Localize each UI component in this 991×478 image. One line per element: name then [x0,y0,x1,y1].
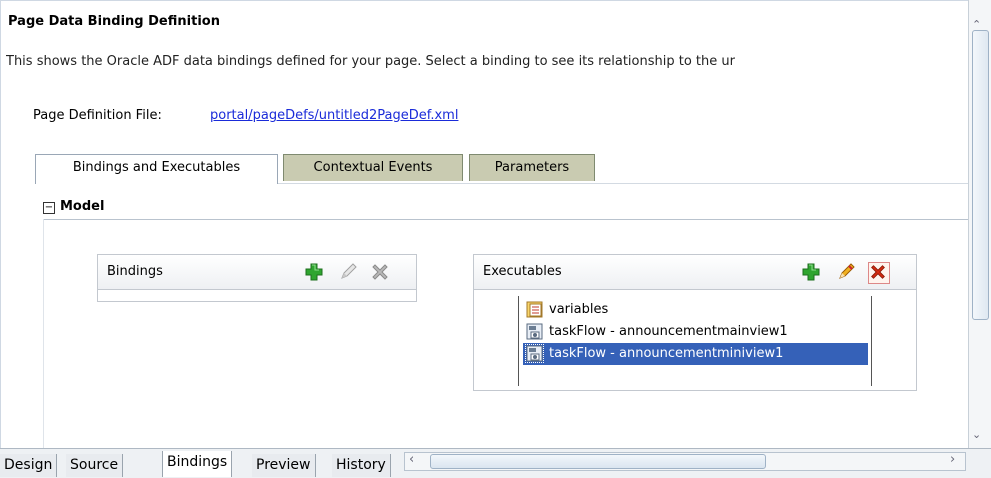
delete-executable-button[interactable] [868,262,890,284]
tab-design[interactable]: Design [0,454,58,477]
page-definition-link[interactable]: portal/pageDefs/untitled2PageDef.xml [210,108,458,123]
variables-icon [526,301,543,318]
scroll-right-icon[interactable]: › [950,452,955,467]
left-border [0,0,1,448]
executable-item-label: variables [549,302,609,317]
model-left-rule [43,219,44,448]
delete-icon [372,264,388,280]
executables-panel-title: Executables [483,264,562,279]
page-definition-label: Page Definition File: [33,108,162,123]
add-icon [305,263,323,281]
scroll-down-icon[interactable]: ⌄ [972,428,981,441]
executable-item-variables[interactable]: variables [523,299,868,321]
executable-item-label: taskFlow - announcementmainview1 [549,324,788,339]
scroll-left-icon[interactable]: ‹ [409,452,414,467]
tab-bindings-and-executables[interactable]: Bindings and Executables [35,154,278,184]
page-title: Page Data Binding Definition [8,14,220,29]
taskflow-icon [526,323,543,340]
top-border [0,0,968,1]
tab-source[interactable]: Source [66,454,124,477]
taskflow-icon [525,344,544,363]
delete-binding-button[interactable] [370,262,390,282]
tab-contextual-events[interactable]: Contextual Events [283,154,463,181]
model-collapse-toggle[interactable]: − [43,202,55,214]
bindings-panel-title: Bindings [107,264,163,279]
horizontal-scrollbar-thumb[interactable] [430,454,766,469]
bindings-panel-header: Bindings [98,255,416,290]
add-binding-button[interactable] [304,262,324,282]
edit-executable-button[interactable] [836,262,856,282]
tab-history[interactable]: History [332,454,391,477]
add-executable-button[interactable] [801,262,821,282]
page-description: This shows the Oracle ADF data bindings … [6,54,735,69]
bindings-panel: Bindings [97,254,417,302]
edit-icon [341,263,357,279]
model-section-label: Model [60,199,105,214]
executables-panel-header: Executables [474,255,916,290]
edit-binding-button[interactable] [338,262,358,282]
vertical-scrollbar-thumb[interactable] [972,30,989,320]
edit-icon [839,263,855,279]
tab-parameters[interactable]: Parameters [469,154,595,181]
executables-list: variables taskFlow - announcementmainvie… [518,296,872,386]
tab-preview[interactable]: Preview [252,454,316,477]
add-icon [802,263,820,281]
executables-panel: Executables variables taskFlow - announc… [473,254,917,391]
model-divider [43,219,970,220]
executable-item-taskflow-mainview[interactable]: taskFlow - announcementmainview1 [523,321,868,343]
tab-bindings[interactable]: Bindings [162,451,233,477]
executable-item-taskflow-miniview[interactable]: taskFlow - announcementminiview1 [523,343,868,365]
delete-icon [871,265,885,279]
executable-item-label: taskFlow - announcementminiview1 [549,346,784,361]
